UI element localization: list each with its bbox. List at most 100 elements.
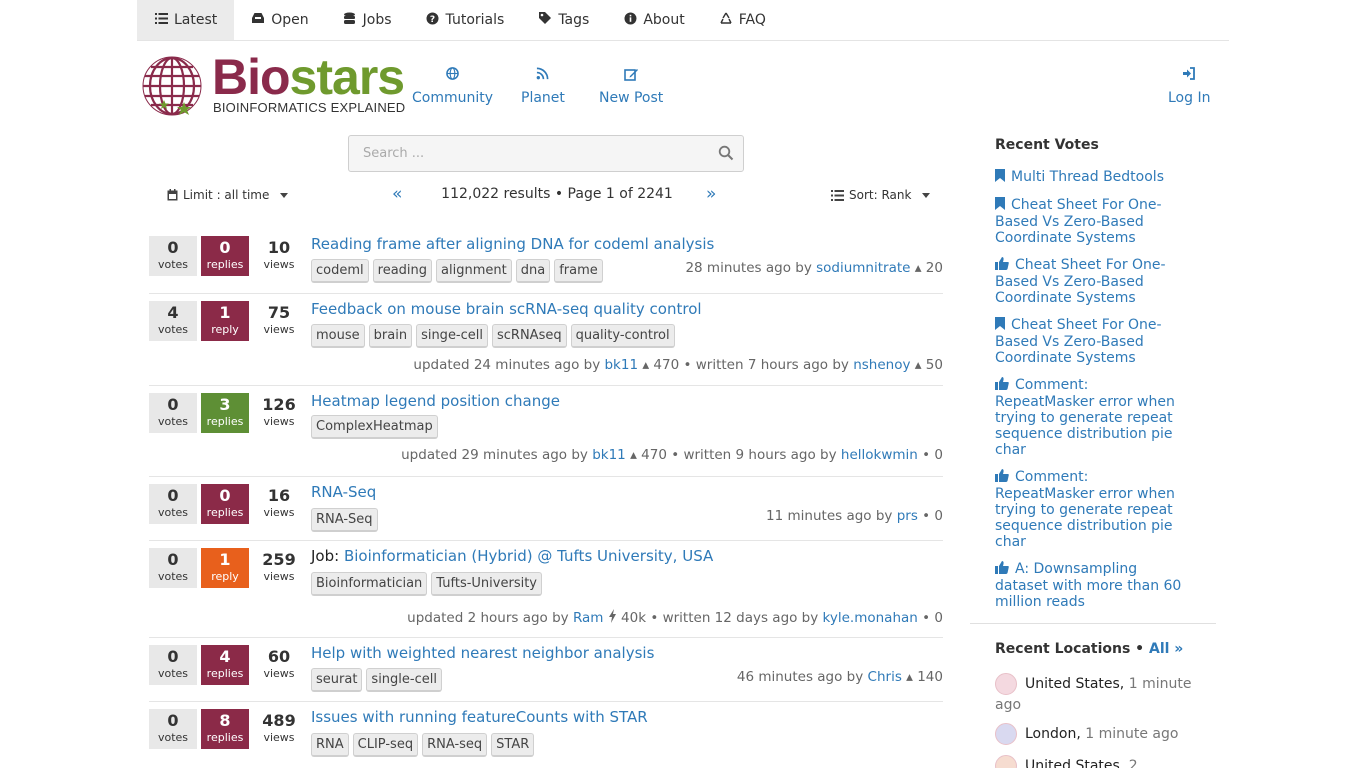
- menu-item-label: Tutorials: [445, 12, 505, 28]
- tag[interactable]: ComplexHeatmap: [311, 415, 438, 439]
- post-meta: updated 24 minutes ago by bk11 ▴ 470 • w…: [413, 357, 943, 373]
- biostars-logo[interactable]: Biostars BIOINFORMATICS EXPLAINED: [142, 51, 405, 117]
- sort-dropdown[interactable]: Sort: Rank: [831, 188, 931, 202]
- tag[interactable]: RNA: [311, 733, 349, 757]
- post-title-link[interactable]: Bioinformatician (Hybrid) @ Tufts Univer…: [344, 547, 713, 565]
- location-time: 2: [1128, 758, 1138, 768]
- post-title: Job: Bioinformatician (Hybrid) @ Tufts U…: [311, 547, 713, 565]
- tag[interactable]: CLIP-seq: [352, 733, 419, 757]
- replies-box: 1 reply: [201, 301, 249, 341]
- search-input[interactable]: [349, 136, 709, 171]
- author-link[interactable]: nshenoy: [853, 357, 910, 373]
- menu-item-open[interactable]: Open: [234, 0, 325, 40]
- tag[interactable]: codeml: [311, 259, 369, 283]
- votes-box-count: 0: [167, 486, 179, 505]
- votes-box-label: votes: [157, 323, 189, 336]
- menu-item-tutorials[interactable]: ? Tutorials: [409, 0, 522, 40]
- recent-vote-item[interactable]: Cheat Sheet For One-Based Vs Zero-Based …: [995, 317, 1190, 366]
- post-title: Feedback on mouse brain scRNA-seq qualit…: [311, 300, 702, 318]
- tag[interactable]: alignment: [436, 259, 512, 283]
- tag[interactable]: frame: [554, 259, 603, 283]
- author-link[interactable]: Ram: [573, 610, 604, 626]
- recent-vote-item[interactable]: Comment: RepeatMasker error when trying …: [995, 469, 1190, 550]
- recent-vote-item[interactable]: Cheat Sheet For One-Based Vs Zero-Based …: [995, 257, 1190, 306]
- nav-login[interactable]: Log In: [1168, 67, 1210, 106]
- recent-vote-item[interactable]: Cheat Sheet For One-Based Vs Zero-Based …: [995, 197, 1190, 246]
- views-box-count: 10: [267, 238, 291, 257]
- replies-box-label: replies: [206, 258, 244, 271]
- post-title-link[interactable]: Issues with running featureCounts with S…: [311, 708, 648, 726]
- search-icon[interactable]: [718, 145, 734, 161]
- author-link[interactable]: kyle.monahan: [823, 610, 918, 626]
- tag[interactable]: singe-cell: [416, 324, 488, 348]
- info-circle-icon: [623, 12, 637, 29]
- menu-item-jobs[interactable]: Jobs: [326, 0, 409, 40]
- meta-text: updated 29 minutes ago by: [401, 447, 593, 463]
- meta-text: 11 minutes ago by: [766, 508, 897, 524]
- post-meta: updated 29 minutes ago by bk11 ▴ 470 • w…: [401, 447, 943, 463]
- votes-box: 0 votes: [149, 484, 197, 524]
- tag[interactable]: RNA-Seq: [311, 508, 378, 532]
- replies-box: 3 replies: [201, 393, 249, 433]
- menu-item-about[interactable]: About: [606, 0, 701, 40]
- post-title-link[interactable]: RNA-Seq: [311, 483, 376, 501]
- author-link[interactable]: hellokwmin: [841, 447, 918, 463]
- replies-box-label: replies: [206, 415, 244, 428]
- views-box-count: 489: [262, 711, 296, 730]
- recycle-icon: [719, 12, 733, 29]
- menu-item-latest[interactable]: Latest: [137, 0, 235, 40]
- meta-text: 46 minutes ago by: [736, 669, 868, 685]
- post-title-link[interactable]: Help with weighted nearest neighbor anal…: [311, 644, 654, 662]
- all-locations-link[interactable]: All »: [1149, 641, 1183, 657]
- menu-item-faq[interactable]: FAQ: [702, 0, 783, 40]
- tag[interactable]: seurat: [311, 668, 363, 692]
- votes-box-label: votes: [157, 667, 189, 680]
- post-meta: 46 minutes ago by Chris ▴ 140: [737, 669, 943, 685]
- nav-planet[interactable]: Planet: [521, 67, 565, 106]
- prev-page-link[interactable]: «: [392, 184, 408, 204]
- post-tags: Bioinformatician Tufts-University: [311, 572, 542, 596]
- recent-vote-item[interactable]: Comment: RepeatMasker error when trying …: [995, 377, 1190, 458]
- recent-vote-text: Multi Thread Bedtools: [1011, 169, 1164, 185]
- limit-dropdown[interactable]: Limit : all time: [167, 188, 289, 202]
- post-title-link[interactable]: Heatmap legend position change: [311, 392, 560, 410]
- tag[interactable]: brain: [368, 324, 413, 348]
- tag[interactable]: RNA-seq: [422, 733, 488, 757]
- replies-box-label: replies: [206, 731, 244, 744]
- views-box-label: views: [263, 570, 295, 583]
- author-link[interactable]: bk11: [592, 447, 626, 463]
- recent-vote-item[interactable]: A: Downsampling dataset with more than 6…: [995, 561, 1190, 610]
- votes-box-count: 0: [167, 711, 179, 730]
- tag[interactable]: reading: [372, 259, 433, 283]
- post-title: RNA-Seq: [311, 483, 376, 501]
- tag[interactable]: Tufts-University: [431, 572, 542, 596]
- tag[interactable]: quality-control: [570, 324, 675, 348]
- meta-text: updated 2 hours ago by: [407, 610, 573, 626]
- author-link[interactable]: bk11: [604, 357, 638, 373]
- menu-item-tags[interactable]: Tags: [521, 0, 606, 40]
- replies-box-count: 1: [219, 303, 231, 322]
- tag[interactable]: Bioinformatician: [311, 572, 428, 596]
- tag[interactable]: dna: [515, 259, 551, 283]
- nav-community[interactable]: Community: [412, 67, 493, 106]
- nav-new-post[interactable]: New Post: [599, 67, 663, 106]
- author-link[interactable]: sodiumnitrate: [816, 260, 910, 276]
- recent-vote-item[interactable]: Multi Thread Bedtools: [995, 169, 1190, 186]
- next-page-link[interactable]: »: [706, 184, 722, 204]
- views-box: 16 views: [253, 484, 305, 524]
- job-prefix: Job:: [311, 547, 340, 565]
- author-link[interactable]: Chris: [868, 669, 902, 685]
- post-title-link[interactable]: Reading frame after aligning DNA for cod…: [311, 235, 714, 253]
- menu-item-label: Jobs: [362, 12, 392, 28]
- tag[interactable]: STAR: [491, 733, 535, 757]
- votes-box-label: votes: [157, 506, 189, 519]
- tag[interactable]: scRNAseq: [492, 324, 567, 348]
- author-link[interactable]: prs: [897, 508, 918, 524]
- post-title-link[interactable]: Feedback on mouse brain scRNA-seq qualit…: [311, 300, 702, 318]
- post-stats: 0 votes 8 replies 489 views: [149, 709, 305, 749]
- tag[interactable]: single-cell: [366, 668, 442, 692]
- calendar-icon: [167, 189, 178, 201]
- tag[interactable]: mouse: [311, 324, 365, 348]
- menu-item-label: FAQ: [738, 12, 766, 28]
- inbox-icon: [251, 12, 265, 28]
